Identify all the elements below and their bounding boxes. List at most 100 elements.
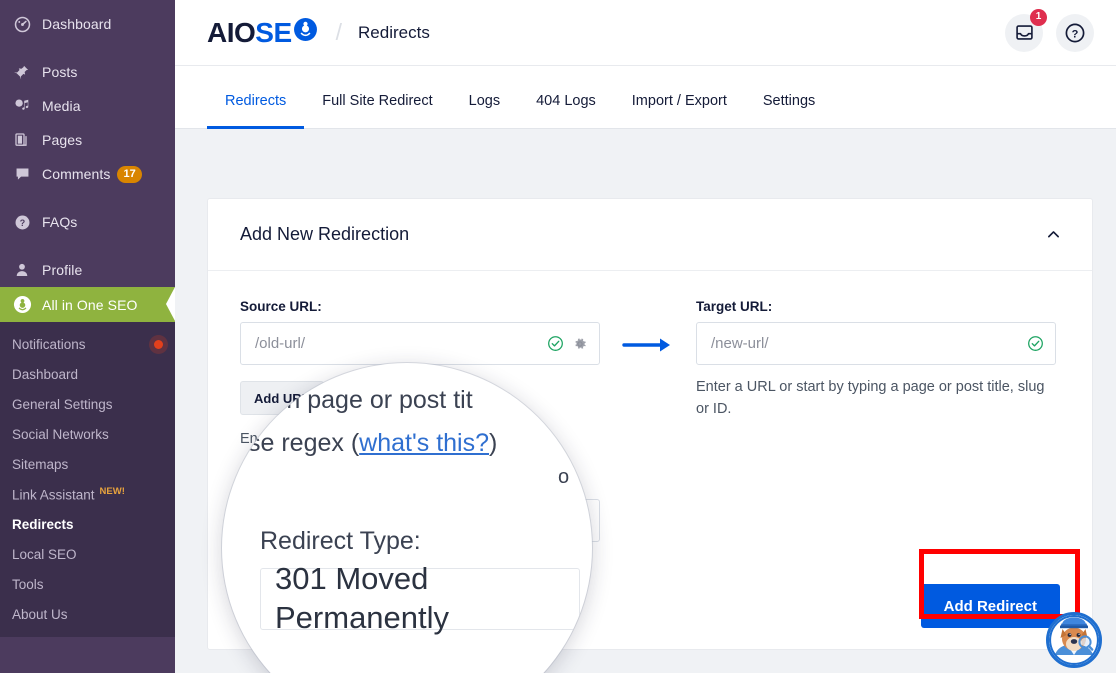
source-url-adornments — [547, 335, 588, 352]
magnified-line-2-pre: se regex ( — [248, 429, 359, 457]
speedometer-icon — [11, 14, 33, 34]
submenu-item-label: Social Networks — [12, 427, 109, 442]
inbox-icon — [1015, 23, 1034, 42]
sidebar-item-posts[interactable]: Posts — [0, 55, 175, 89]
active-menu-arrow — [166, 287, 175, 321]
sidebar-item-pages[interactable]: Pages — [0, 123, 175, 157]
wp-admin-sidebar: Dashboard Posts Media Pages Commen — [0, 0, 175, 673]
media-icon — [11, 96, 33, 116]
tab-logs[interactable]: Logs — [451, 93, 518, 129]
submenu-item-link-assistant[interactable]: Link Assistant NEW! — [0, 479, 175, 509]
notifications-count-badge: 1 — [1030, 9, 1047, 26]
comment-icon — [11, 164, 33, 184]
source-url-label: Source URL: — [240, 299, 600, 314]
submenu-item-label: Dashboard — [12, 367, 78, 382]
check-circle-icon — [1027, 335, 1044, 352]
help-circle-icon: ? — [1064, 22, 1086, 44]
tab-import-export[interactable]: Import / Export — [614, 93, 745, 129]
submenu-item-label: Redirects — [12, 517, 74, 532]
sidebar-item-all-in-one-seo[interactable]: All in One SEO — [0, 287, 175, 322]
breadcrumb-separator: / — [336, 19, 342, 46]
notifications-button[interactable]: 1 — [1005, 14, 1043, 52]
submenu-item-notifications[interactable]: Notifications — [0, 329, 175, 359]
submenu-item-social-networks[interactable]: Social Networks — [0, 419, 175, 449]
user-icon — [11, 260, 33, 280]
help-button[interactable]: ? — [1056, 14, 1094, 52]
aioseo-submenu: Notifications Dashboard General Settings… — [0, 322, 175, 637]
whats-this-link[interactable]: what's this? — [359, 429, 489, 457]
target-url-column: Target URL: /new-url/ Enter a URL or sta… — [696, 299, 1056, 421]
logo-text-aio: AIO — [207, 17, 255, 49]
tab-redirects[interactable]: Redirects — [207, 93, 304, 129]
target-url-label: Target URL: — [696, 299, 1056, 314]
magnified-stray-char: o — [558, 465, 569, 490]
pin-icon — [11, 62, 33, 82]
magnifier-lens: g in page or post tit se regex (what's t… — [222, 363, 592, 673]
logo-text-seo: SE — [255, 17, 291, 49]
arrow-column — [600, 299, 696, 355]
sidebar-item-label: Posts — [42, 64, 78, 80]
sidebar-item-label: Profile — [42, 262, 82, 278]
magnifier-content: g in page or post tit se regex (what's t… — [222, 363, 592, 673]
submenu-item-dashboard[interactable]: Dashboard — [0, 359, 175, 389]
sidebar-item-dashboard[interactable]: Dashboard — [0, 7, 175, 41]
pages-icon — [11, 130, 33, 150]
sidebar-item-label: FAQs — [42, 214, 77, 230]
check-circle-icon — [547, 335, 564, 352]
magnified-line-2: se regex (what's this?) — [248, 428, 592, 459]
magnified-redirect-type-label: Redirect Type: — [260, 526, 592, 557]
submenu-item-label: Sitemaps — [12, 457, 68, 472]
svg-text:?: ? — [19, 218, 24, 228]
aioseo-logo[interactable]: AIOSE — [207, 17, 318, 49]
target-url-placeholder: /new-url/ — [711, 335, 1027, 352]
app-header: AIOSE / Redirects 1 ? — [175, 0, 1116, 66]
sidebar-item-media[interactable]: Media — [0, 89, 175, 123]
notification-dot-icon — [154, 340, 163, 349]
sidebar-item-comments[interactable]: Comments 17 — [0, 157, 175, 191]
submenu-item-label: About Us — [12, 607, 68, 622]
submenu-item-label: Local SEO — [12, 547, 77, 562]
submenu-item-redirects[interactable]: Redirects — [0, 509, 175, 539]
comments-count-badge: 17 — [117, 166, 141, 183]
magnified-redirect-type-select[interactable]: 301 Moved Permanently — [260, 568, 580, 630]
target-url-input[interactable]: /new-url/ — [696, 322, 1056, 365]
sidebar-item-faqs[interactable]: ? FAQs — [0, 205, 175, 239]
svg-text:?: ? — [1072, 28, 1079, 40]
submenu-item-local-seo[interactable]: Local SEO — [0, 539, 175, 569]
main-content: AIOSE / Redirects 1 ? Redirects Full S — [175, 0, 1116, 673]
tab-full-site-redirect[interactable]: Full Site Redirect — [304, 93, 450, 129]
source-url-placeholder: /old-url/ — [255, 335, 547, 352]
source-url-input[interactable]: /old-url/ — [240, 322, 600, 365]
new-tag: NEW! — [100, 486, 125, 497]
submenu-item-label: Notifications — [12, 337, 86, 352]
aioseo-icon — [11, 295, 33, 315]
magnified-redirect-type-value: 301 Moved Permanently — [275, 560, 579, 638]
card-header: Add New Redirection — [208, 199, 1092, 271]
tab-bar: Redirects Full Site Redirect Logs 404 Lo… — [175, 66, 1116, 129]
submenu-item-label: Link Assistant — [12, 487, 95, 502]
submenu-item-sitemaps[interactable]: Sitemaps — [0, 449, 175, 479]
magnified-line-2-post: ) — [489, 429, 497, 457]
sidebar-item-label: Dashboard — [42, 16, 111, 32]
tab-settings[interactable]: Settings — [745, 93, 833, 129]
arrow-right-icon — [622, 335, 674, 355]
aioseo-detective-dog-mascot[interactable] — [1046, 612, 1102, 668]
sidebar-item-label: Pages — [42, 132, 82, 148]
submenu-item-label-wrap: Link Assistant NEW! — [12, 486, 125, 503]
chevron-up-icon[interactable] — [1045, 226, 1062, 243]
gear-icon[interactable] — [572, 336, 588, 352]
submenu-item-about-us[interactable]: About Us — [0, 599, 175, 629]
submenu-item-general-settings[interactable]: General Settings — [0, 389, 175, 419]
sidebar-item-label: All in One SEO — [42, 297, 138, 313]
card-title: Add New Redirection — [240, 224, 409, 245]
submenu-item-tools[interactable]: Tools — [0, 569, 175, 599]
sidebar-item-label: Comments — [42, 166, 110, 182]
sidebar-item-profile[interactable]: Profile — [0, 253, 175, 287]
aioseo-gear-icon — [293, 17, 318, 42]
magnified-line-1: g in page or post tit — [260, 385, 592, 416]
tab-404-logs[interactable]: 404 Logs — [518, 93, 614, 129]
target-url-hint: Enter a URL or start by typing a page or… — [696, 376, 1056, 421]
app-screen: Dashboard Posts Media Pages Commen — [0, 0, 1116, 673]
breadcrumb: Redirects — [358, 23, 430, 43]
add-redirect-button[interactable]: Add Redirect — [921, 584, 1060, 628]
